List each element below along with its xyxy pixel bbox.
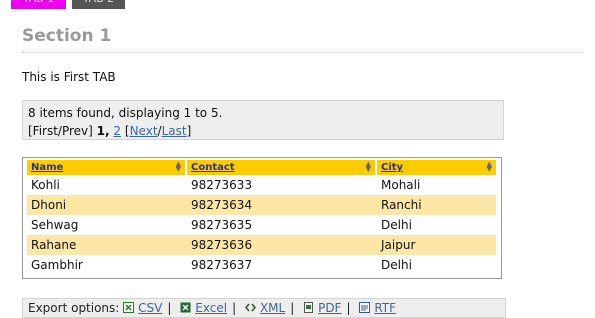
section-divider [22, 52, 584, 53]
cell-contact: 98273636 [186, 235, 376, 255]
cell-contact: 98273637 [186, 255, 376, 275]
cell-name: Rahane [27, 235, 186, 255]
cell-city: Jaipur [376, 235, 496, 255]
intro-text: This is First TAB [22, 70, 116, 84]
items-summary: 8 items found, displaying 1 to 5. [28, 106, 223, 120]
cell-contact: 98273635 [186, 215, 376, 235]
next-link[interactable]: Next [130, 124, 158, 138]
cell-contact: 98273634 [186, 195, 376, 215]
pagination-links: [First/Prev] 1, 2 [Next/Last] [28, 122, 498, 140]
table-row: Gambhir 98273637 Delhi [27, 255, 496, 275]
cell-contact: 98273633 [186, 175, 376, 195]
table-row: Sehwag 98273635 Delhi [27, 215, 496, 235]
pdf-icon [303, 302, 314, 313]
data-table-container: Name ▲ ▼ Contact ▲ ▼ City ▲ ▼ Kohli 9827363… [22, 157, 502, 279]
cell-name: Sehwag [27, 215, 186, 235]
xml-icon [244, 302, 256, 313]
sort-arrows-icon: ▲ ▼ [486, 160, 492, 173]
first-prev-text: [First/Prev] [28, 124, 93, 138]
sort-contact-link[interactable]: Contact [191, 162, 235, 173]
cell-name: Gambhir [27, 255, 186, 275]
last-link[interactable]: Last [162, 124, 187, 138]
tab-1[interactable]: TAB 1 [11, 0, 66, 9]
pagination-banner: 8 items found, displaying 1 to 5. [First… [22, 100, 504, 140]
current-page: 1, [96, 124, 110, 138]
sort-arrows-icon: ▲ ▼ [365, 160, 371, 173]
sort-city-link[interactable]: City [381, 162, 403, 173]
column-header-contact[interactable]: Contact ▲ ▼ [186, 160, 377, 175]
rtf-icon [359, 302, 371, 313]
table-row: Kohli 98273633 Mohali [27, 175, 496, 195]
csv-icon [123, 302, 135, 313]
tab-2[interactable]: TAB 2 [72, 0, 125, 9]
cell-city: Delhi [376, 215, 496, 235]
column-header-city[interactable]: City ▲ ▼ [376, 160, 496, 175]
cell-city: Delhi [376, 255, 496, 275]
sort-name-link[interactable]: Name [31, 162, 63, 173]
page-2-link[interactable]: 2 [113, 124, 121, 138]
cell-city: Mohali [376, 175, 496, 195]
data-table: Name ▲ ▼ Contact ▲ ▼ City ▲ ▼ Kohli 9827363… [27, 160, 497, 275]
cell-name: Kohli [27, 175, 186, 195]
table-row: Rahane 98273636 Jaipur [27, 235, 496, 255]
excel-icon [180, 302, 191, 313]
section-title: Section 1 [22, 26, 112, 46]
table-row: Dhoni 98273634 Ranchi [27, 195, 496, 215]
column-header-name[interactable]: Name ▲ ▼ [27, 160, 187, 175]
table-header-row: Name ▲ ▼ Contact ▲ ▼ City ▲ ▼ [27, 160, 496, 175]
cell-city: Ranchi [376, 195, 496, 215]
close-bracket: ] [186, 124, 192, 138]
export-options-bar: Export options: CSV | Excel | XML | PDF | RT… [22, 298, 506, 318]
cell-name: Dhoni [27, 195, 186, 215]
sort-arrows-icon: ▲ ▼ [175, 160, 181, 173]
